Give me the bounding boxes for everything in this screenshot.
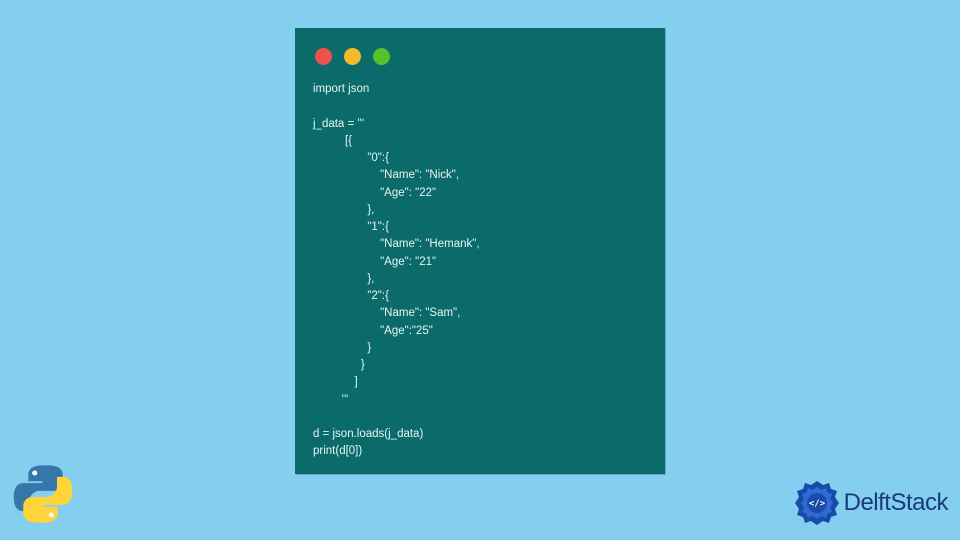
brand-name: DelftStack [844,489,948,517]
close-dot-icon [315,48,332,65]
svg-text:</>: </> [808,499,825,509]
python-logo-icon [8,459,78,534]
minimize-dot-icon [344,48,361,65]
code-window: import json j_data = ''' [{ "0":{ "Name"… [295,28,665,474]
window-traffic-lights [315,48,647,65]
code-content: import json j_data = ''' [{ "0":{ "Name"… [313,81,647,461]
maximize-dot-icon [373,48,390,65]
delftstack-badge-icon: </> [794,480,840,526]
delftstack-brand: </> DelftStack [794,480,948,526]
